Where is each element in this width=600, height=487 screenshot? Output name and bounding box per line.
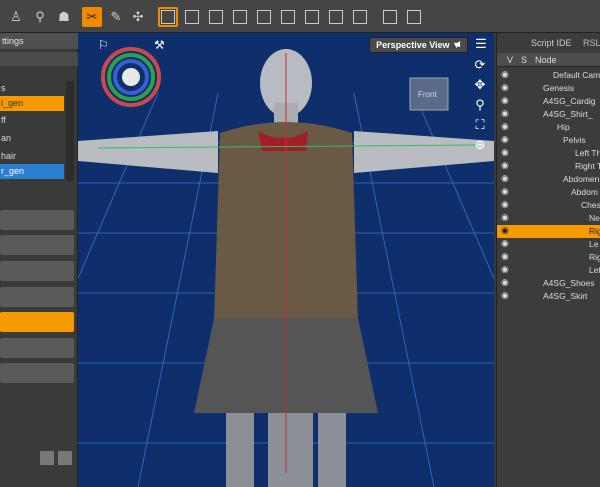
list-item[interactable]: an	[0, 131, 64, 146]
tab-rsl[interactable]: RSL	[579, 35, 600, 51]
tree-row[interactable]: A4SG_Skirt ◉	[497, 290, 600, 303]
visibility-eye-icon[interactable]: ◉	[501, 82, 511, 92]
visibility-eye-icon[interactable]: ◉	[501, 69, 511, 79]
tree-row-selected[interactable]: Rig ◉	[497, 225, 600, 238]
figure-tool-icon[interactable]: ♙	[6, 7, 26, 27]
pan-icon[interactable]: ✥	[472, 77, 488, 93]
visibility-eye-icon[interactable]: ◉	[501, 264, 511, 274]
visibility-eye-icon[interactable]: ◉	[501, 238, 511, 248]
layout-eleven-icon[interactable]	[404, 7, 424, 27]
tree-row[interactable]: A4SG_Shoes ◉	[497, 277, 600, 290]
tree-row[interactable]: A4SG_Cardig ◉	[497, 95, 600, 108]
visibility-eye-icon[interactable]: ◉	[501, 199, 511, 209]
tree-row[interactable]: Right T ◉	[497, 160, 600, 173]
main-toolbar: ♙ ⚲ ☗ ✂ ✎ ✣	[0, 0, 600, 33]
left-panel-header: ttings	[0, 33, 78, 49]
layout-single-icon[interactable]	[158, 7, 178, 27]
frame-icon[interactable]: ⛶	[472, 117, 488, 133]
tab-script-ide[interactable]: Script IDE	[527, 35, 576, 51]
tree-row[interactable]: Lef ◉	[497, 264, 600, 277]
layout-five-icon[interactable]	[254, 7, 274, 27]
layout-two-icon[interactable]	[182, 7, 202, 27]
orbit-icon[interactable]: ⟳	[472, 57, 488, 73]
setting-row[interactable]	[0, 261, 74, 281]
view-label: Perspective View	[376, 40, 450, 50]
tree-row[interactable]: Abdomen ◉	[497, 173, 600, 186]
tree-row[interactable]: Abdom ◉	[497, 186, 600, 199]
tree-row[interactable]: Pelvis ◉	[497, 134, 600, 147]
list-item[interactable]: hair	[0, 149, 64, 164]
add-icon[interactable]	[40, 451, 54, 465]
tree-row[interactable]: Ne ◉	[497, 212, 600, 225]
tree-row[interactable]: Rig ◉	[497, 251, 600, 264]
display-style-icon[interactable]: ◐	[452, 36, 468, 52]
menu-icon[interactable]: ☰	[473, 36, 489, 52]
visibility-eye-icon[interactable]: ◉	[501, 186, 511, 196]
options-icon[interactable]	[58, 451, 72, 465]
list-item[interactable]: s	[0, 81, 64, 96]
scene-header: V S Node	[497, 53, 600, 67]
visibility-eye-icon[interactable]: ◉	[501, 108, 511, 118]
tree-row[interactable]: Hip ◉	[497, 121, 600, 134]
setting-row[interactable]	[0, 287, 74, 307]
visibility-eye-icon[interactable]: ◉	[501, 121, 511, 131]
layout-eight-icon[interactable]	[326, 7, 346, 27]
tree-row[interactable]: Default Came ◉	[497, 69, 600, 82]
tree-row[interactable]: Le ◉	[497, 238, 600, 251]
layout-seven-icon[interactable]	[302, 7, 322, 27]
svg-text:Front: Front	[418, 90, 437, 99]
visibility-eye-icon[interactable]: ◉	[501, 173, 511, 183]
setting-row-active[interactable]	[0, 312, 74, 332]
column-v: V	[507, 55, 514, 65]
layout-nine-icon[interactable]	[350, 7, 370, 27]
setting-row[interactable]	[0, 235, 74, 255]
setting-row[interactable]	[0, 338, 74, 358]
setting-row[interactable]	[0, 363, 74, 383]
tree-row[interactable]: A4SG_Shirt_ ◉	[497, 108, 600, 121]
viewport[interactable]: Front ⚐ ⚒ Perspective View ▼ ◐ ☰ ⟳ ✥ ⚲ ⛶…	[78, 33, 494, 487]
visibility-eye-icon[interactable]: ◉	[501, 277, 511, 287]
scene-tree: Default Came ◉ Genesis ◉ A4SG_Cardig ◉ A4SG…	[497, 69, 600, 369]
scene-render: Front	[78, 47, 494, 487]
node-tool-icon[interactable]: ☗	[54, 7, 74, 27]
left-scrollbar[interactable]	[66, 81, 74, 181]
visibility-eye-icon[interactable]: ◉	[501, 290, 511, 300]
visibility-eye-icon[interactable]: ◉	[501, 225, 511, 235]
column-node: Node	[535, 55, 557, 65]
visibility-eye-icon[interactable]: ◉	[501, 134, 511, 144]
layout-three-icon[interactable]	[206, 7, 226, 27]
setting-row[interactable]	[0, 210, 74, 230]
zoom-icon[interactable]: ⚲	[472, 97, 488, 113]
layout-four-icon[interactable]	[230, 7, 250, 27]
pin-icon[interactable]: ⚐	[98, 38, 112, 52]
reset-view-icon[interactable]: ⊕	[472, 137, 488, 153]
list-item-blue[interactable]: r_gen	[0, 164, 64, 179]
layout-six-icon[interactable]	[278, 7, 298, 27]
wand-icon[interactable]: ⚒	[154, 38, 168, 52]
joint-editor-icon[interactable]: ✂	[82, 7, 102, 27]
tree-row[interactable]: Left Th ◉	[497, 147, 600, 160]
visibility-eye-icon[interactable]: ◉	[501, 95, 511, 105]
tree-row[interactable]: Genesis ◉	[497, 82, 600, 95]
left-filter-bar[interactable]	[0, 52, 78, 66]
column-s: S	[521, 55, 528, 65]
list-item-selected[interactable]: l_gen	[0, 96, 64, 111]
visibility-eye-icon[interactable]: ◉	[501, 147, 511, 157]
list-item[interactable]: ff	[0, 113, 64, 128]
layout-ten-icon[interactable]	[380, 7, 400, 27]
visibility-eye-icon[interactable]: ◉	[501, 251, 511, 261]
transform-tool-icon[interactable]: ✣	[128, 7, 148, 27]
right-panel: Script IDE RSL V S Node Default Came ◉ Ge…	[496, 33, 600, 487]
pose-tool-icon[interactable]: ⚲	[30, 7, 50, 27]
left-panel: ttings s l_gen ff an hair r_gen	[0, 33, 78, 487]
visibility-eye-icon[interactable]: ◉	[501, 212, 511, 222]
tree-row[interactable]: Ches ◉	[497, 199, 600, 212]
weight-map-icon[interactable]: ✎	[106, 7, 126, 27]
visibility-eye-icon[interactable]: ◉	[501, 160, 511, 170]
